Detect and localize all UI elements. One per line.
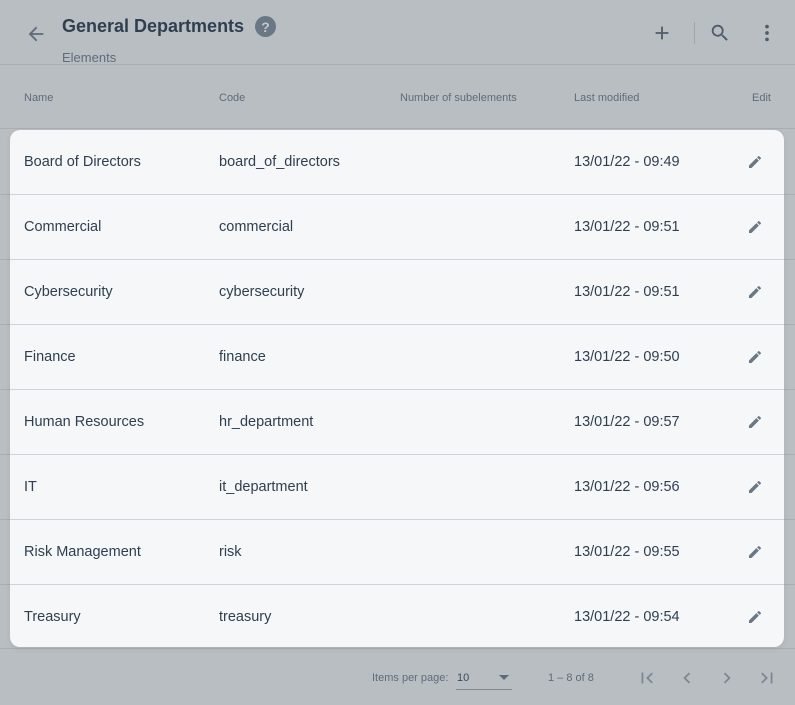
chevron-down-icon <box>499 675 509 680</box>
cell-last-modified: 13/01/22 - 09:50 <box>574 349 680 365</box>
chevron-right-icon <box>723 672 731 684</box>
cell-code: finance <box>219 349 266 365</box>
cell-last-modified: 13/01/22 - 09:51 <box>574 219 680 235</box>
cell-name: Finance <box>24 349 76 365</box>
edit-button[interactable] <box>744 346 766 368</box>
cell-code: risk <box>219 544 242 560</box>
column-header-edit: Edit <box>752 92 771 104</box>
table-row[interactable]: Commercial commercial 13/01/22 - 09:51 <box>10 195 784 260</box>
edit-button[interactable] <box>744 541 766 563</box>
page-subtitle: Elements <box>62 50 117 65</box>
first-page-icon <box>641 672 653 684</box>
cell-code: it_department <box>219 479 308 495</box>
cell-name: IT <box>24 479 37 495</box>
cell-name: Cybersecurity <box>24 284 113 300</box>
items-per-page-label: Items per page: <box>372 672 449 684</box>
paginator: Items per page: 10 1 – 8 of 8 <box>0 648 795 705</box>
cell-code: commercial <box>219 219 294 235</box>
pencil-icon <box>749 350 762 363</box>
first-page-button[interactable] <box>635 666 659 690</box>
more-options-button[interactable] <box>754 20 780 46</box>
table-row[interactable]: Risk Management risk 13/01/22 - 09:55 <box>10 520 784 585</box>
pencil-icon <box>749 610 762 623</box>
cell-code: treasury <box>219 609 272 625</box>
table-body: Board of Directors board_of_directors 13… <box>10 130 784 647</box>
items-per-page-select[interactable]: 10 <box>456 668 512 690</box>
back-button[interactable] <box>22 20 50 48</box>
edit-button[interactable] <box>744 216 766 238</box>
edit-button[interactable] <box>744 281 766 303</box>
cell-last-modified: 13/01/22 - 09:55 <box>574 544 680 560</box>
pencil-icon <box>749 545 762 558</box>
search-icon <box>711 24 728 41</box>
table-row[interactable]: Board of Directors board_of_directors 13… <box>10 130 784 195</box>
cell-last-modified: 13/01/22 - 09:56 <box>574 479 680 495</box>
chevron-left-icon <box>683 672 691 684</box>
cell-name: Commercial <box>24 219 102 235</box>
edit-button[interactable] <box>744 411 766 433</box>
toolbar-divider <box>694 22 695 44</box>
cell-code: hr_department <box>219 414 314 430</box>
more-vertical-icon <box>765 24 769 42</box>
cell-code: board_of_directors <box>219 154 340 170</box>
table-row[interactable]: Cybersecurity cybersecurity 13/01/22 - 0… <box>10 260 784 325</box>
edit-button[interactable] <box>744 606 766 628</box>
plus-icon <box>655 26 669 40</box>
column-header-name[interactable]: Name <box>24 92 53 104</box>
page-title: General Departments <box>62 16 245 36</box>
items-per-page-value: 10 <box>457 672 470 684</box>
pencil-icon <box>749 415 762 428</box>
column-header-subelements[interactable]: Number of subelements <box>400 92 517 104</box>
edit-button[interactable] <box>744 476 766 498</box>
pencil-icon <box>749 285 762 298</box>
cell-name: Board of Directors <box>24 154 141 170</box>
cell-name: Human Resources <box>24 414 145 430</box>
table-row[interactable]: Finance finance 13/01/22 - 09:50 <box>10 325 784 390</box>
table-row[interactable]: Human Resources hr_department 13/01/22 -… <box>10 390 784 455</box>
cell-last-modified: 13/01/22 - 09:57 <box>574 414 680 430</box>
table-row[interactable]: IT it_department 13/01/22 - 09:56 <box>10 455 784 520</box>
arrow-left-icon <box>28 26 44 42</box>
search-button[interactable] <box>707 20 733 46</box>
pencil-icon <box>749 155 762 168</box>
cell-code: cybersecurity <box>219 284 305 300</box>
add-button[interactable] <box>649 20 675 46</box>
edit-button[interactable] <box>744 151 766 173</box>
pencil-icon <box>749 220 762 233</box>
pencil-icon <box>749 480 762 493</box>
last-page-button[interactable] <box>755 666 779 690</box>
last-page-icon <box>761 672 773 684</box>
top-bar: General Departments ? Elements <box>0 0 795 65</box>
help-icon[interactable]: ? <box>255 16 276 37</box>
table-header: Name Code Number of subelements Last mod… <box>0 66 795 129</box>
cell-last-modified: 13/01/22 - 09:51 <box>574 284 680 300</box>
cell-name: Risk Management <box>24 544 141 560</box>
column-header-code[interactable]: Code <box>219 92 245 104</box>
cell-last-modified: 13/01/22 - 09:49 <box>574 154 680 170</box>
column-header-last-modified[interactable]: Last modified <box>574 92 639 104</box>
cell-name: Treasury <box>24 609 81 625</box>
next-page-button[interactable] <box>715 666 739 690</box>
cell-last-modified: 13/01/22 - 09:54 <box>574 609 680 625</box>
page-range-label: 1 – 8 of 8 <box>548 672 594 684</box>
table-row[interactable]: Treasury treasury 13/01/22 - 09:54 <box>10 585 784 647</box>
previous-page-button[interactable] <box>675 666 699 690</box>
